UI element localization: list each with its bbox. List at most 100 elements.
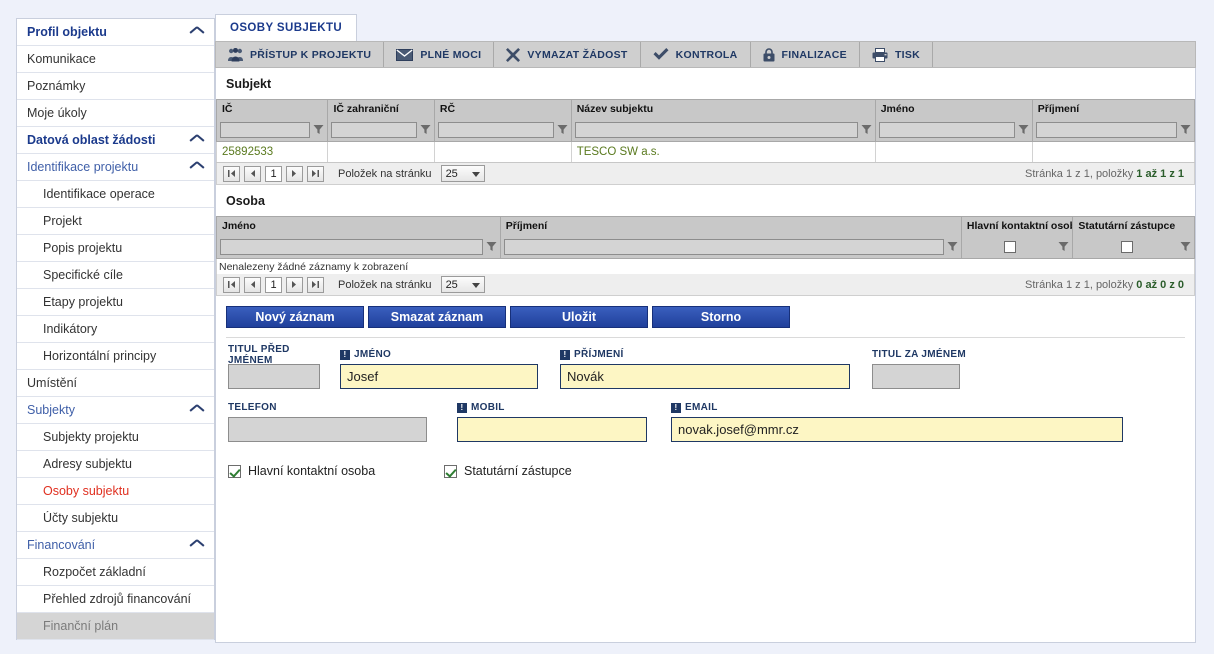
filter-input[interactable] <box>574 121 858 138</box>
sidebar-item-moje-koly[interactable]: Moje úkoly <box>17 100 214 127</box>
page-number-input[interactable]: 1 <box>265 165 282 182</box>
toolbar-button-kontrola[interactable]: KONTROLA <box>641 42 751 67</box>
checkbox-statutarni-label: Statutární zástupce <box>464 464 572 478</box>
sidebar-item-subjekty-projektu[interactable]: Subjekty projektu <box>17 424 214 451</box>
first-page-button[interactable] <box>223 165 240 182</box>
column-header-label: IČ <box>222 103 233 116</box>
sidebar-item-financov-n[interactable]: Financování <box>17 532 214 559</box>
chevron-up-icon[interactable] <box>190 163 204 172</box>
sidebar-item-specifick-c-le[interactable]: Specifické cíle <box>17 262 214 289</box>
filter-funnel-icon[interactable] <box>420 124 431 135</box>
toolbar-button-p-stup-k-projektu[interactable]: PŘÍSTUP K PROJEKTU <box>216 42 385 67</box>
cancel-button[interactable]: Storno <box>652 306 790 328</box>
subjekt-column-header[interactable]: IČ <box>216 99 329 119</box>
filter-input[interactable] <box>503 238 944 255</box>
filter-funnel-icon[interactable] <box>313 124 324 135</box>
osoba-column-header[interactable]: Hlavní kontaktní osoba <box>960 216 1074 236</box>
filter-funnel-icon[interactable] <box>486 241 497 252</box>
toolbar-button-tisk[interactable]: TISK <box>860 42 934 67</box>
filter-funnel-icon[interactable] <box>861 124 872 135</box>
filter-input[interactable] <box>331 121 417 138</box>
filter-input[interactable] <box>437 121 554 138</box>
filter-input[interactable] <box>220 121 311 138</box>
filter-funnel-icon[interactable] <box>1180 241 1191 252</box>
sidebar-item-osoby-subjektu[interactable]: Osoby subjektu <box>17 478 214 505</box>
subjekt-column-header[interactable]: IČ zahraniční <box>327 99 435 119</box>
checkbox-statutarni-zastupce[interactable]: Statutární zástupce <box>444 464 572 478</box>
filter-funnel-icon[interactable] <box>1058 241 1069 252</box>
sidebar-item-popis-projektu[interactable]: Popis projektu <box>17 235 214 262</box>
sidebar-item-um-st-n[interactable]: Umístění <box>17 370 214 397</box>
filter-funnel-icon[interactable] <box>557 124 568 135</box>
sidebar-item-profil-objektu[interactable]: Profil objektu <box>17 19 214 46</box>
per-page-select[interactable]: 25 <box>440 165 485 182</box>
sidebar-item-horizont-ln-principy[interactable]: Horizontální principy <box>17 343 214 370</box>
input-email[interactable]: novak.josef@mmr.cz <box>671 417 1123 442</box>
sidebar-item-p-ehled-zdroj-financov-n[interactable]: Přehled zdrojů financování <box>17 586 214 613</box>
filter-funnel-icon <box>947 242 958 252</box>
filter-input[interactable] <box>878 121 1015 138</box>
input-titul-pred[interactable] <box>228 364 320 389</box>
checkbox-hlavni-kontaktni-osoba[interactable]: Hlavní kontaktní osoba <box>228 464 444 478</box>
osoba-prev-page-button[interactable] <box>244 276 261 293</box>
sidebar-item-projekt[interactable]: Projekt <box>17 208 214 235</box>
filter-funnel-icon[interactable] <box>1180 124 1191 135</box>
osoba-first-page-button[interactable] <box>223 276 240 293</box>
next-page-button[interactable] <box>286 165 303 182</box>
sidebar-item-komunikace[interactable]: Komunikace <box>17 46 214 73</box>
filter-funnel-icon[interactable] <box>1018 124 1029 135</box>
new-record-button[interactable]: Nový záznam <box>226 306 364 328</box>
sidebar-item-etapy-projektu[interactable]: Etapy projektu <box>17 289 214 316</box>
sidebar-item-indik-tory[interactable]: Indikátory <box>17 316 214 343</box>
subjekt-column-header[interactable]: RČ <box>433 99 572 119</box>
sidebar-item-pozn-mky[interactable]: Poznámky <box>17 73 214 100</box>
filter-input[interactable] <box>1035 121 1177 138</box>
sidebar-item-adresy-subjektu[interactable]: Adresy subjektu <box>17 451 214 478</box>
subjekt-column-header[interactable]: Příjmení <box>1031 99 1195 119</box>
sidebar-item-subjekty[interactable]: Subjekty <box>17 397 214 424</box>
input-prijmeni[interactable]: Novák <box>560 364 850 389</box>
chevron-up-icon[interactable] <box>190 541 204 550</box>
filter-checkbox[interactable] <box>1004 240 1017 253</box>
chevron-up-icon[interactable] <box>190 406 204 415</box>
column-header-label: Příjmení <box>505 220 548 233</box>
osoba-column-header[interactable]: Jméno <box>216 216 501 236</box>
filter-funnel-icon[interactable] <box>947 241 958 252</box>
delete-record-button[interactable]: Smazat záznam <box>368 306 506 328</box>
input-jmeno[interactable]: Josef <box>340 364 538 389</box>
toolbar-button-pln-moci[interactable]: PLNÉ MOCI <box>384 42 495 67</box>
subjekt-filter-cell <box>216 118 329 142</box>
sidebar-item-datov-oblast-dosti[interactable]: Datová oblast žádosti <box>17 127 214 154</box>
sidebar-item-identifikace-operace[interactable]: Identifikace operace <box>17 181 214 208</box>
osoba-column-header[interactable]: Statutární zástupce <box>1072 216 1195 236</box>
subjekt-column-header[interactable]: Název subjektu <box>570 99 876 119</box>
filter-checkbox[interactable] <box>1120 240 1133 253</box>
chevron-up-icon[interactable] <box>190 28 204 37</box>
sidebar-item-identifikace-projektu[interactable]: Identifikace projektu <box>17 154 214 181</box>
sidebar-item-rozpo-et-z-kladn[interactable]: Rozpočet základní <box>17 559 214 586</box>
prev-page-button[interactable] <box>244 165 261 182</box>
chevron-up-icon[interactable] <box>190 136 204 145</box>
last-page-button[interactable] <box>307 165 324 182</box>
table-row[interactable]: 25892533 TESCO SW a.s. <box>216 141 1195 163</box>
save-button[interactable]: Uložit <box>510 306 648 328</box>
subjekt-column-header[interactable]: Jméno <box>874 99 1033 119</box>
toolbar-button-finalizace[interactable]: FINALIZACE <box>751 42 860 67</box>
osoba-per-page-select[interactable]: 25 <box>440 276 485 293</box>
toolbar-button-vymazat-dost[interactable]: VYMAZAT ŽÁDOST <box>494 42 641 67</box>
input-telefon[interactable] <box>228 417 427 442</box>
sidebar-item-label: Financování <box>27 538 96 552</box>
per-page-value: 25 <box>445 167 458 180</box>
osoba-page-number-input[interactable]: 1 <box>265 276 282 293</box>
osoba-last-page-button[interactable] <box>307 276 324 293</box>
filter-input[interactable] <box>220 238 483 255</box>
input-mobil[interactable] <box>457 417 647 442</box>
osoba-next-page-button[interactable] <box>286 276 303 293</box>
osoba-column-header[interactable]: Příjmení <box>499 216 962 236</box>
label-prijmeni: ! PŘÍJMENÍ <box>560 348 860 361</box>
sidebar-item-label: Rozpočet základní <box>43 565 146 579</box>
chevron-down-icon <box>471 172 480 177</box>
input-titul-za[interactable] <box>872 364 960 389</box>
sidebar-item-ty-subjektu[interactable]: Účty subjektu <box>17 505 214 532</box>
tab-osoby-subjektu[interactable]: OSOBY SUBJEKTU <box>215 14 358 41</box>
